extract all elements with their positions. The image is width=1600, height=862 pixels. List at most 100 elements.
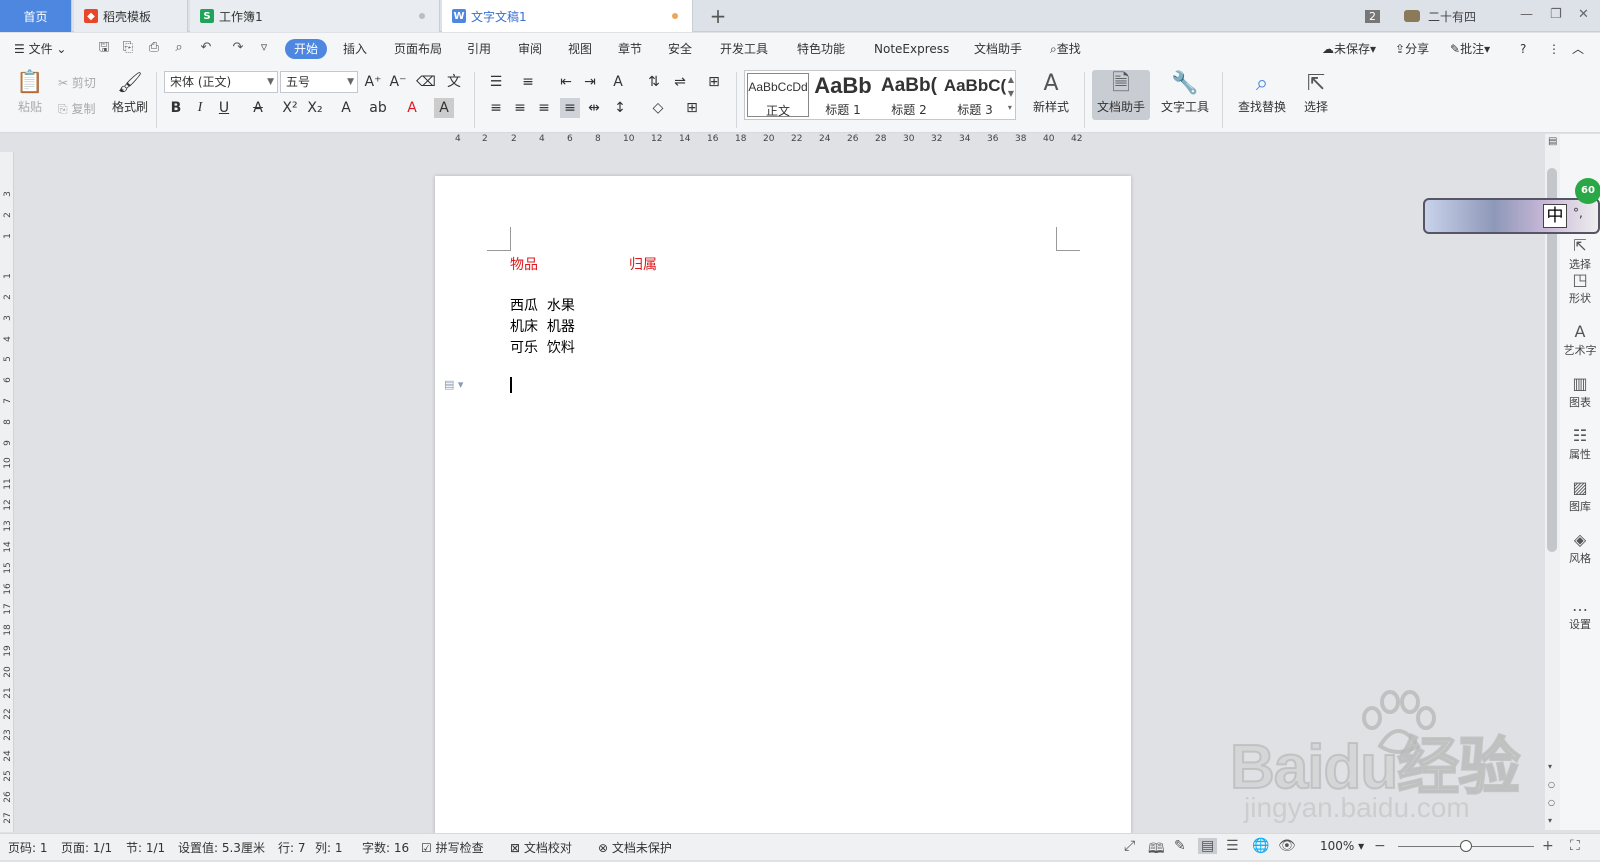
page-view-icon[interactable]: ▤ <box>1198 838 1218 854</box>
status-column[interactable]: 列: 1 <box>315 839 343 856</box>
format-painter-button[interactable]: 🖌 格式刷 <box>110 70 150 115</box>
tab-references[interactable]: 引用 <box>467 33 491 65</box>
clear-format-icon[interactable]: ⌫ <box>416 72 436 92</box>
line-spacing-icon[interactable]: ↕ <box>610 98 630 118</box>
customize-icon[interactable]: ▿ <box>256 40 272 56</box>
zoom-out-icon[interactable]: − <box>1374 838 1386 854</box>
ruler-toggle-icon[interactable]: ▤ <box>1548 136 1557 147</box>
grow-font-icon[interactable]: A⁺ <box>363 72 383 92</box>
text-direction-icon[interactable]: A <box>608 72 628 92</box>
doc-assistant-button[interactable]: 🗎 文档助手 <box>1092 70 1150 120</box>
style-heading-2[interactable]: AaBb( 标题 2 <box>877 73 941 117</box>
gallery-scroll-icon[interactable]: ▲ ▼ ▾ <box>1008 73 1014 115</box>
print-icon[interactable]: ⎙ <box>146 40 162 56</box>
search-command[interactable]: ⌕查找 <box>1050 33 1081 65</box>
tab-document[interactable]: W 文字文稿1 <box>442 0 693 32</box>
ime-settings-icon[interactable]: °, <box>1573 206 1583 220</box>
header-cell-item[interactable]: 物品 <box>510 254 538 274</box>
new-style-button[interactable]: A 新样式 <box>1026 70 1076 115</box>
highlight-icon[interactable]: ab <box>368 98 388 118</box>
style-heading-1[interactable]: AaBb 标题 1 <box>811 73 875 117</box>
zoom-level[interactable]: 100% ▾ <box>1320 839 1364 853</box>
share-button[interactable]: ⇪分享 <box>1395 33 1429 65</box>
tab-docer-templates[interactable]: ◆ 稻壳模板 <box>74 0 188 32</box>
status-page-number[interactable]: 页码: 1 <box>8 839 48 856</box>
tab-chapter[interactable]: 章节 <box>618 33 642 65</box>
restore-icon[interactable]: ❐ <box>1550 7 1562 22</box>
status-setting[interactable]: 设置值: 5.3厘米 <box>178 839 265 856</box>
side-shapes[interactable]: ◳ 形状 <box>1560 270 1600 306</box>
phonetic-guide-icon[interactable]: 文 <box>444 72 464 92</box>
fit-page-icon[interactable]: ⛶ <box>1570 838 1580 854</box>
side-wordart[interactable]: A 艺术字 <box>1560 322 1600 358</box>
side-properties[interactable]: ☷ 属性 <box>1560 426 1600 462</box>
align-left-icon[interactable]: ≡ <box>486 98 506 118</box>
status-word-count[interactable]: 字数: 16 <box>362 839 409 856</box>
document-line[interactable]: 可乐 饮料 <box>510 337 575 357</box>
table-icon[interactable]: ⊞ <box>704 72 724 92</box>
read-mode-icon[interactable]: 🕮 <box>1148 838 1165 862</box>
save-icon[interactable]: 🖫 <box>96 40 112 56</box>
bullets-icon[interactable]: ☰ <box>486 72 506 92</box>
fullscreen-icon[interactable]: ⤢ <box>1124 838 1135 854</box>
side-chart[interactable]: ▥ 图表 <box>1560 374 1600 410</box>
tab-close-dot[interactable] <box>419 13 425 19</box>
show-marks-icon[interactable]: ⇌ <box>670 72 690 92</box>
window-count[interactable]: 2 <box>1365 0 1380 32</box>
select-button[interactable]: ⇱ 选择 <box>1296 70 1336 115</box>
font-color-icon[interactable]: A <box>402 98 422 118</box>
side-style[interactable]: ◈ 风格 <box>1560 530 1600 566</box>
status-pages[interactable]: 页面: 1/1 <box>61 839 112 856</box>
user-area[interactable]: 二十有四 <box>1404 0 1476 32</box>
unsaved-status[interactable]: ☁未保存▾ <box>1322 33 1376 65</box>
font-name-select[interactable]: 宋体 (正文) ▼ <box>164 71 278 93</box>
collapse-ribbon-icon[interactable]: ︿ <box>1572 33 1584 65</box>
text-tools-button[interactable]: 🔧 文字工具 <box>1154 70 1216 115</box>
tab-page-layout[interactable]: 页面布局 <box>394 33 442 65</box>
more-icon[interactable]: ⋮ <box>1548 33 1560 65</box>
tab-home-ribbon[interactable]: 开始 <box>285 39 328 59</box>
tab-features[interactable]: 特色功能 <box>797 33 845 65</box>
tab-view[interactable]: 视图 <box>568 33 592 65</box>
preview-icon[interactable]: ⌕ <box>171 40 187 56</box>
side-select[interactable]: ⇱ 选择 <box>1560 236 1600 272</box>
comment-button[interactable]: ✎批注▾ <box>1450 33 1490 65</box>
increase-indent-icon[interactable]: ⇥ <box>580 72 600 92</box>
undo-icon[interactable]: ↶ <box>198 40 214 56</box>
text-effect-icon[interactable]: A <box>336 98 356 118</box>
document-page[interactable] <box>435 176 1131 836</box>
decrease-indent-icon[interactable]: ⇤ <box>556 72 576 92</box>
tab-workbook[interactable]: S 工作簿1 <box>190 0 440 32</box>
tab-noteexpress[interactable]: NoteExpress <box>874 33 949 65</box>
protect-status[interactable]: ⊗ 文档未保护 <box>598 839 672 856</box>
style-heading-3[interactable]: AaBbC( 标题 3 <box>943 73 1007 117</box>
side-settings[interactable]: … 设置 <box>1560 596 1600 632</box>
zoom-in-icon[interactable]: + <box>1542 838 1554 854</box>
ime-floating-widget[interactable]: 中 °, <box>1423 198 1600 234</box>
numbering-icon[interactable]: ≡ <box>518 72 538 92</box>
eye-protect-icon[interactable]: 👁 <box>1278 838 1296 854</box>
paragraph-handle-icon[interactable]: ▤ ▾ <box>444 378 463 391</box>
shading-icon[interactable]: ◇ <box>648 98 668 118</box>
help-icon[interactable]: ? <box>1520 33 1526 65</box>
tab-review[interactable]: 审阅 <box>518 33 542 65</box>
font-size-select[interactable]: 五号 ▼ <box>280 71 358 93</box>
sort-icon[interactable]: ⇅ <box>644 72 664 92</box>
tab-doc-assistant[interactable]: 文档助手 <box>974 33 1022 65</box>
header-cell-category[interactable]: 归属 <box>629 254 657 274</box>
output-icon[interactable]: ⎘ <box>120 40 136 56</box>
redo-icon[interactable]: ↷ <box>230 40 246 56</box>
status-line[interactable]: 行: 7 <box>278 839 306 856</box>
borders-icon[interactable]: ⊞ <box>682 98 702 118</box>
page-nav-icon[interactable]: ▾ ○ ○ ▾ <box>1548 758 1555 830</box>
zoom-slider-knob[interactable] <box>1460 840 1472 852</box>
subscript-icon[interactable]: X₂ <box>305 98 325 118</box>
unsaved-dot[interactable] <box>672 13 678 19</box>
file-menu[interactable]: ☰ 文件 ⌄ <box>14 33 66 65</box>
minimize-icon[interactable]: — <box>1520 7 1533 22</box>
cut-button[interactable]: ✂ 剪切 <box>58 74 96 91</box>
document-line[interactable]: 机床 机器 <box>510 316 575 336</box>
tab-security[interactable]: 安全 <box>668 33 692 65</box>
style-normal[interactable]: AaBbCcDd 正文 <box>747 73 809 118</box>
justify-icon[interactable]: ≡ <box>560 98 580 118</box>
